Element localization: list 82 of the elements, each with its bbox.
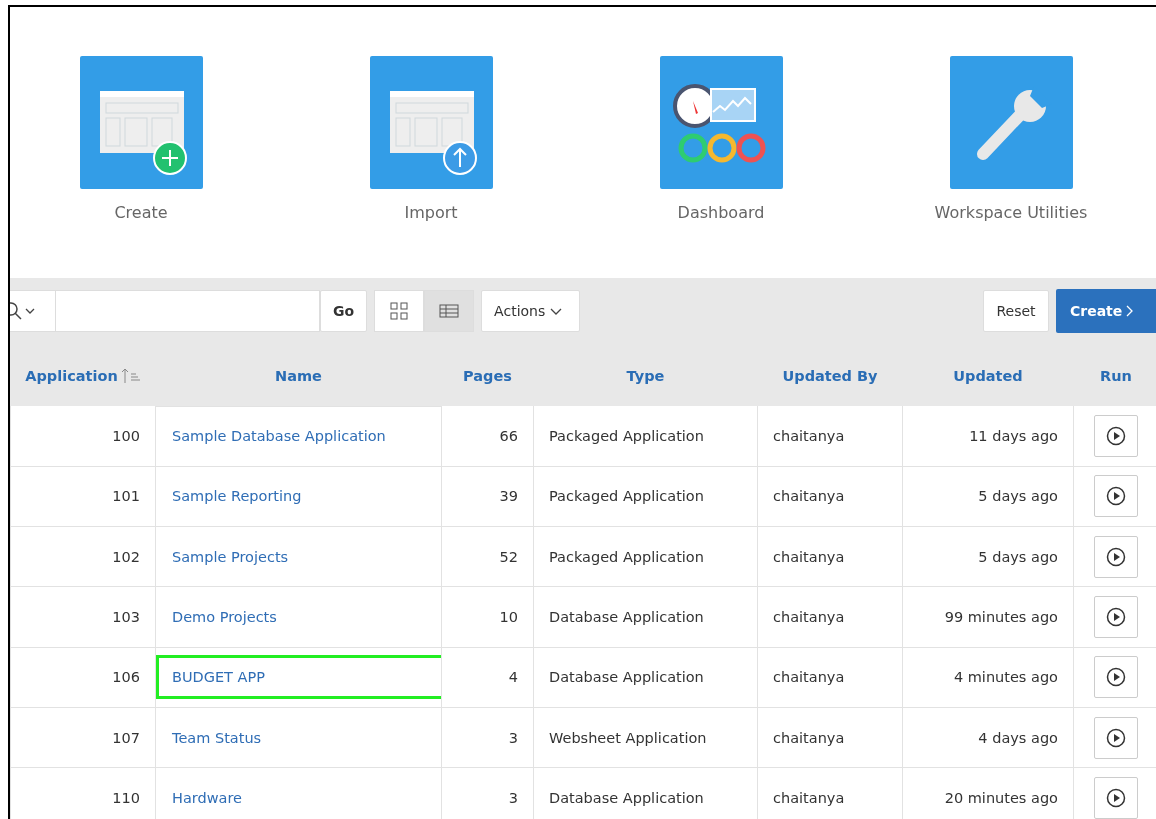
- table-cell: 5 days ago: [902, 526, 1074, 587]
- table-cell: Packaged Application: [533, 526, 758, 587]
- app-name-link[interactable]: Sample Reporting: [172, 488, 302, 505]
- grid-icon: [390, 302, 409, 320]
- run-button[interactable]: [1094, 656, 1138, 699]
- chevron-down-icon: [25, 308, 35, 314]
- chevron-down-icon: [550, 307, 563, 315]
- table-cell: Websheet Application: [533, 707, 758, 768]
- run-button[interactable]: [1094, 596, 1138, 639]
- table-cell: chaitanya: [757, 466, 903, 527]
- app-name-link[interactable]: Sample Projects: [172, 548, 289, 565]
- search-menu-button[interactable]: [10, 291, 56, 331]
- table-cell: 3: [441, 707, 534, 768]
- play-icon: [1106, 546, 1126, 567]
- table-cell: 10: [441, 586, 534, 648]
- run-button[interactable]: [1094, 776, 1138, 819]
- tile-label: Dashboard: [677, 203, 765, 222]
- table-cell: Packaged Application: [533, 466, 758, 527]
- play-icon: [1106, 787, 1126, 808]
- column-header[interactable]: Updated By: [782, 368, 878, 384]
- table-cell: chaitanya: [757, 707, 903, 768]
- table-cell: 107: [10, 707, 156, 768]
- table-cell: Database Application: [533, 586, 758, 648]
- run-button[interactable]: [1094, 535, 1138, 578]
- run-button[interactable]: [1094, 414, 1138, 457]
- table-cell: 103: [10, 586, 156, 648]
- run-button[interactable]: [1094, 716, 1138, 759]
- play-icon: [1106, 486, 1126, 507]
- tile-label: Import: [404, 203, 458, 222]
- column-header[interactable]: Type: [626, 368, 665, 384]
- table-cell: 11 days ago: [902, 406, 1074, 467]
- app-name-link[interactable]: Hardware: [172, 789, 242, 806]
- create-button[interactable]: Create: [1056, 289, 1156, 333]
- table-cell: chaitanya: [757, 406, 903, 467]
- table-cell: 100: [10, 406, 156, 467]
- tile-label: Create: [114, 203, 168, 222]
- table-cell: 39: [441, 466, 534, 527]
- column-header[interactable]: Name: [275, 367, 322, 384]
- app-name-link[interactable]: BUDGET APP: [172, 669, 265, 686]
- table-cell: 5 days ago: [902, 466, 1074, 527]
- table-icon: [439, 304, 460, 318]
- table-cell: chaitanya: [757, 586, 903, 648]
- table-cell: Database Application: [533, 647, 758, 708]
- table-cell: 102: [10, 526, 156, 587]
- app-name-link[interactable]: Team Status: [172, 729, 262, 746]
- table-cell: Packaged Application: [533, 406, 758, 467]
- column-header[interactable]: Application: [25, 368, 118, 384]
- run-button[interactable]: [1094, 475, 1138, 518]
- tile-button[interactable]: [369, 56, 493, 189]
- play-icon: [1106, 727, 1126, 748]
- tile-button[interactable]: [949, 56, 1073, 189]
- chevron-right-icon: [1126, 305, 1134, 317]
- tile-button[interactable]: [659, 56, 783, 189]
- tile-button[interactable]: [79, 56, 203, 189]
- play-icon: [1106, 667, 1126, 688]
- actions-button[interactable]: Actions: [481, 290, 581, 332]
- play-icon: [1106, 425, 1126, 446]
- table-cell: 4 days ago: [902, 707, 1074, 768]
- column-header[interactable]: Pages: [463, 368, 512, 384]
- app-name-link[interactable]: Demo Projects: [172, 609, 277, 626]
- table-cell: 110: [10, 767, 156, 819]
- table-cell: 3: [441, 767, 534, 819]
- table-cell: chaitanya: [757, 526, 903, 587]
- table-cell: 106: [10, 647, 156, 708]
- table-cell: 52: [441, 526, 534, 587]
- go-button[interactable]: Go: [320, 290, 368, 332]
- search-field[interactable]: [10, 290, 320, 332]
- column-header[interactable]: Updated: [953, 368, 1023, 384]
- play-icon: [1106, 607, 1126, 628]
- reset-button[interactable]: Reset: [983, 290, 1049, 332]
- table-cell: chaitanya: [757, 647, 903, 708]
- table-cell: Database Application: [533, 767, 758, 819]
- table-cell: 4 minutes ago: [902, 647, 1074, 708]
- sort-ascending-icon: [120, 368, 141, 384]
- column-header[interactable]: Run: [1100, 368, 1132, 384]
- table-cell: chaitanya: [757, 767, 903, 819]
- table-cell: 4: [441, 647, 534, 708]
- table-cell: 101: [10, 466, 156, 527]
- table-cell: 99 minutes ago: [902, 586, 1074, 648]
- table-cell: 20 minutes ago: [902, 767, 1074, 819]
- table-cell: 66: [441, 406, 534, 467]
- tile-label: Workspace Utilities: [934, 203, 1088, 222]
